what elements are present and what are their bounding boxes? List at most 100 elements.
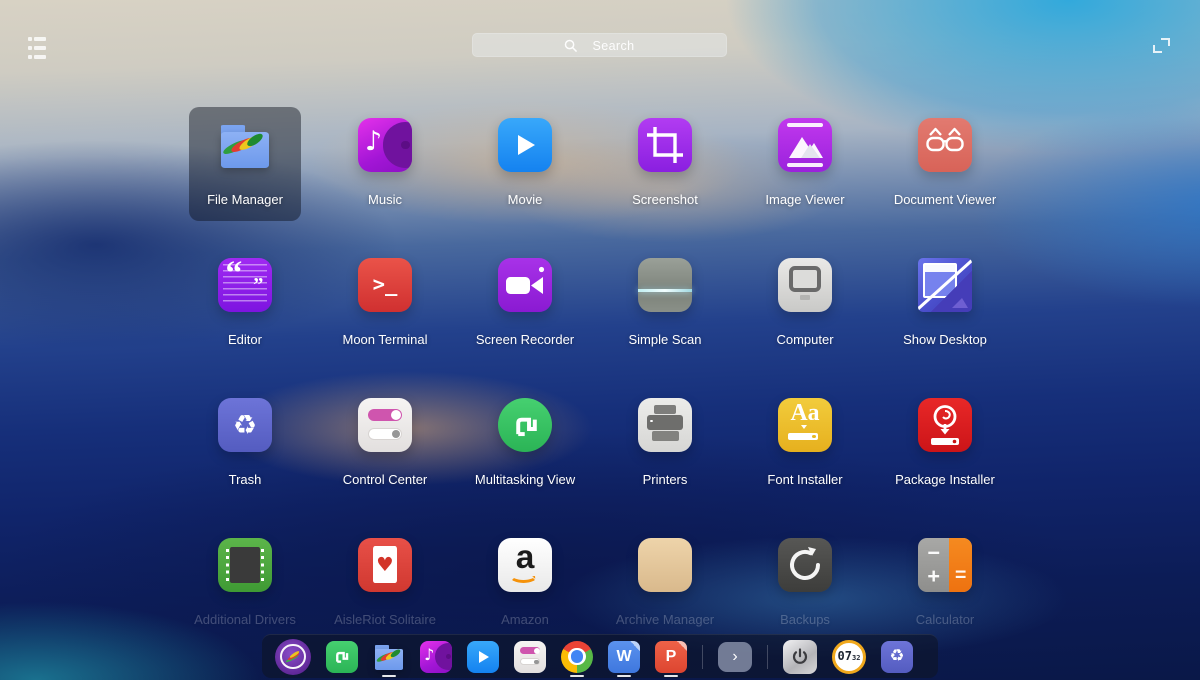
app-screen-recorder[interactable]: Screen Recorder <box>469 247 581 361</box>
app-file-manager[interactable]: File Manager <box>189 107 301 221</box>
dock-tray-expand[interactable]: › <box>718 635 752 678</box>
app-calculator[interactable]: − + = Calculator <box>889 527 1001 641</box>
dock-multitasking-view[interactable] <box>326 635 358 678</box>
app-archive-manager[interactable]: Archive Manager <box>609 527 721 641</box>
file-manager-icon <box>218 118 272 172</box>
heart-glyph: ♥ <box>376 553 393 576</box>
trash-icon: ♻ <box>881 641 913 673</box>
amazon-smile <box>509 568 538 583</box>
ukui-logo <box>330 645 353 668</box>
app-editor[interactable]: “ ” Editor <box>189 247 301 361</box>
list-row <box>28 46 50 50</box>
dock-clock[interactable]: 07 32 <box>832 635 866 678</box>
dock-start-menu[interactable] <box>275 635 311 678</box>
music-note-glyph: ♪ <box>424 645 434 664</box>
fullscreen-toggle-icon[interactable] <box>1153 38 1170 53</box>
additional-drivers-icon <box>218 538 272 592</box>
screen-recorder-icon <box>498 258 552 312</box>
desktop-launcher: { "topbar": { "view_toggle": "list-view"… <box>0 0 1200 680</box>
app-simple-scan[interactable]: Simple Scan <box>609 247 721 361</box>
show-desktop-icon <box>918 258 972 312</box>
list-view-toggle-icon[interactable] <box>27 36 51 60</box>
app-label: Screen Recorder <box>476 332 574 347</box>
chip-shape <box>230 547 259 583</box>
app-label: Moon Terminal <box>342 332 427 347</box>
document-viewer-icon <box>918 118 972 172</box>
app-trash[interactable]: ♻ Trash <box>189 387 301 501</box>
recycle-glyph: ♻ <box>233 412 257 439</box>
editor-icon: “ ” <box>218 258 272 312</box>
toggle-on <box>368 409 403 421</box>
computer-icon <box>778 258 832 312</box>
dock-file-manager[interactable] <box>373 635 405 678</box>
multitasking-view-icon <box>326 641 358 673</box>
app-music[interactable]: ♪ Music <box>329 107 441 221</box>
app-label: Control Center <box>343 472 428 487</box>
dock-music[interactable]: ♪ <box>420 635 452 678</box>
paper-tray <box>654 405 677 414</box>
dock-wps-presentation[interactable]: P <box>655 635 687 678</box>
app-moon-terminal[interactable]: >_ Moon Terminal <box>329 247 441 361</box>
page-fold <box>677 641 687 651</box>
dock-movie[interactable] <box>467 635 499 678</box>
equals-glyph: = <box>949 564 972 587</box>
chevron-right-glyph: › <box>732 649 737 665</box>
app-package-installer[interactable]: Package Installer <box>889 387 1001 501</box>
monitor-base <box>800 295 810 299</box>
simple-scan-icon <box>638 258 692 312</box>
app-multitasking-view[interactable]: Multitasking View <box>469 387 581 501</box>
install-bar <box>788 433 818 441</box>
app-font-installer[interactable]: Aa Font Installer <box>749 387 861 501</box>
backups-icon <box>778 538 832 592</box>
restore-arrow-icon <box>778 538 832 592</box>
app-label: Document Viewer <box>894 192 996 207</box>
chrome-icon <box>561 641 593 673</box>
app-aisleriot-solitaire[interactable]: ♥ AisleRiot Solitaire <box>329 527 441 641</box>
app-label: Music <box>368 192 402 207</box>
music-note-glyph: ♪ <box>365 126 382 157</box>
clock-icon: 07 32 <box>832 640 866 674</box>
app-grid: File Manager ♪ Music Movie Screenshot <box>189 107 1001 641</box>
clock-hours: 07 <box>838 650 852 662</box>
wps-writer-icon: W <box>608 641 640 673</box>
solitaire-icon: ♥ <box>358 538 412 592</box>
app-printers[interactable]: Printers <box>609 387 721 501</box>
running-indicator <box>617 675 631 677</box>
app-computer[interactable]: Computer <box>749 247 861 361</box>
dock-control-center[interactable] <box>514 635 546 678</box>
app-screenshot[interactable]: Screenshot <box>609 107 721 221</box>
play-icon <box>518 135 535 155</box>
search-input[interactable] <box>473 34 742 58</box>
app-document-viewer[interactable]: Document Viewer <box>889 107 1001 221</box>
app-additional-drivers[interactable]: Additional Drivers <box>189 527 301 641</box>
control-center-icon <box>514 641 546 673</box>
running-indicator <box>382 675 396 677</box>
app-backups[interactable]: Backups <box>749 527 861 641</box>
package-swirl-icon <box>918 398 972 452</box>
multitasking-view-icon <box>498 398 552 452</box>
app-label: Archive Manager <box>616 612 714 627</box>
app-label: Computer <box>776 332 833 347</box>
app-show-desktop[interactable]: Show Desktop <box>889 247 1001 361</box>
amazon-icon: a <box>498 538 552 592</box>
app-label: Font Installer <box>767 472 842 487</box>
app-label: Simple Scan <box>629 332 702 347</box>
app-label: Trash <box>229 472 262 487</box>
app-amazon[interactable]: a Amazon <box>469 527 581 641</box>
archive-manager-icon <box>638 538 692 592</box>
page-fold <box>630 641 640 651</box>
prompt-glyph: >_ <box>373 272 398 296</box>
dock-trash[interactable]: ♻ <box>881 635 913 678</box>
package-installer-icon <box>918 398 972 452</box>
app-image-viewer[interactable]: Image Viewer <box>749 107 861 221</box>
app-control-center[interactable]: Control Center <box>329 387 441 501</box>
clock-minutes: 32 <box>852 655 860 662</box>
monitor-shape <box>789 266 821 292</box>
start-menu-icon <box>275 639 311 675</box>
search-bar[interactable] <box>472 33 727 57</box>
dock-wps-writer[interactable]: W <box>608 635 640 678</box>
app-movie[interactable]: Movie <box>469 107 581 221</box>
dock-chrome[interactable] <box>561 635 593 678</box>
dock-power[interactable] <box>783 635 817 678</box>
tray-expand-icon: › <box>718 642 752 672</box>
